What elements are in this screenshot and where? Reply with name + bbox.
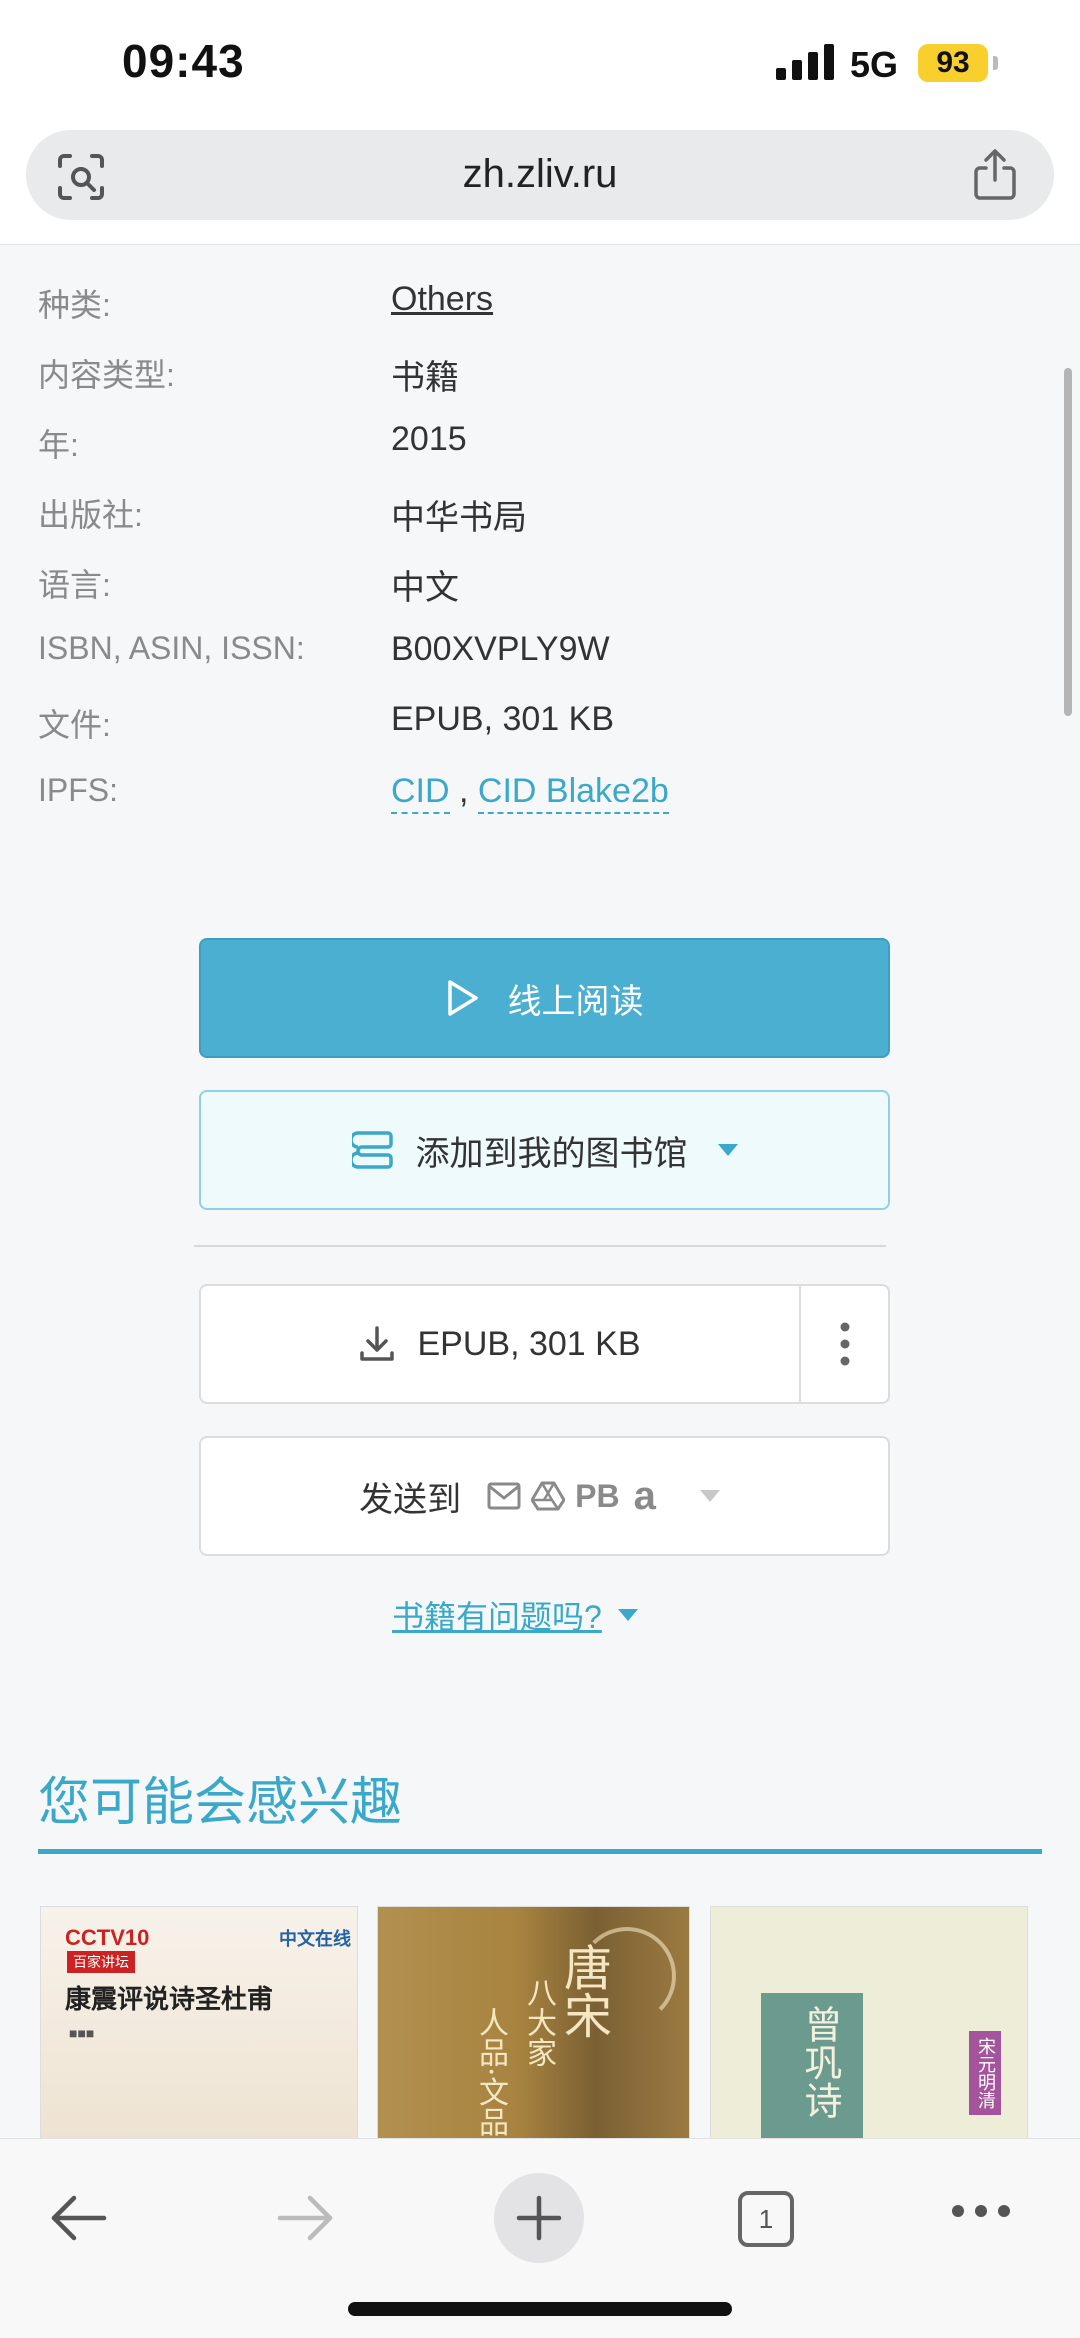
- detail-value: EPUB, 301 KB: [391, 700, 615, 738]
- detail-label: 内容类型:: [38, 357, 175, 393]
- detail-row-ipfs: IPFS: CID , CID Blake2b: [0, 772, 1080, 832]
- detail-label: 语言:: [38, 567, 111, 603]
- ipfs-separator: ,: [449, 772, 478, 810]
- url-text[interactable]: zh.zliv.ru: [26, 152, 1054, 197]
- detail-label: 出版社:: [38, 497, 143, 533]
- divider: [194, 1245, 886, 1247]
- detail-label: 文件:: [38, 707, 111, 743]
- detail-value: 中文: [391, 569, 459, 607]
- detail-label: ISBN, ASIN, ISSN:: [38, 630, 305, 666]
- detail-value: 书籍: [391, 359, 459, 397]
- detail-label: IPFS:: [38, 772, 119, 808]
- tabs-button[interactable]: 1: [738, 2191, 794, 2247]
- status-bar: 09:43 5G 93: [0, 0, 1080, 120]
- cover-title: 康震评说诗圣杜甫: [65, 1985, 274, 2015]
- new-tab-button[interactable]: [494, 2173, 584, 2263]
- email-icon: [487, 1482, 521, 1510]
- cid-blake2b-link[interactable]: CID Blake2b: [477, 772, 669, 814]
- library-icon: [351, 1131, 393, 1169]
- cover-subtitle: 八大家: [521, 1977, 556, 2067]
- cover-tag: 宋元明清: [969, 2031, 1001, 2115]
- tab-count: 1: [758, 2203, 774, 2234]
- detail-row-content-type: 内容类型: 书籍: [0, 350, 1080, 410]
- detail-row-file: 文件: EPUB, 301 KB: [0, 700, 1080, 760]
- ipfs-links: CID , CID Blake2b: [391, 772, 669, 814]
- share-icon[interactable]: [972, 148, 1018, 202]
- book-cover[interactable]: CCTV10 百家讲坛 中文在线 康震评说诗圣杜甫 ■■■: [40, 1906, 358, 2140]
- detail-value: 中华书局: [391, 499, 527, 537]
- download-epub-button[interactable]: EPUB, 301 KB: [201, 1286, 799, 1402]
- send-to-button[interactable]: 发送到 PB a: [199, 1436, 890, 1556]
- network-type: 5G: [850, 44, 899, 85]
- report-problem-link[interactable]: 书籍有问题吗?: [392, 1592, 638, 1638]
- cid-link[interactable]: CID: [391, 772, 450, 814]
- back-arrow-icon[interactable]: [48, 2193, 108, 2243]
- more-vertical-icon: [840, 1322, 849, 1366]
- cover-author-mark: ■■■: [69, 2025, 95, 2041]
- detail-row-publisher: 出版社: 中华书局: [0, 490, 1080, 550]
- read-online-button[interactable]: 线上阅读: [199, 938, 890, 1058]
- detail-value: 2015: [391, 420, 467, 458]
- caret-down-icon: [617, 1609, 638, 1621]
- read-online-label: 线上阅读: [507, 982, 644, 1021]
- recommendations-underline: [38, 1849, 1042, 1854]
- cover-brand-sub: 百家讲坛: [67, 1951, 135, 1973]
- caret-down-icon[interactable]: [717, 1144, 738, 1156]
- caret-down-icon: [699, 1490, 720, 1502]
- recommendations-title: 您可能会感兴趣: [38, 1774, 403, 1832]
- detail-row-isbn: ISBN, ASIN, ISSN: B00XVPLY9W: [0, 630, 1080, 690]
- report-problem-label: 书籍有问题吗?: [392, 1599, 602, 1635]
- book-cover[interactable]: 曾巩诗 宋元明清: [710, 1906, 1028, 2140]
- google-drive-icon: [531, 1481, 566, 1511]
- address-bar[interactable]: zh.zliv.ru: [26, 130, 1054, 220]
- battery-tip: [993, 56, 998, 70]
- detail-value: B00XVPLY9W: [391, 630, 610, 668]
- category-link[interactable]: Others: [391, 280, 493, 319]
- amazon-kindle-icon: a: [633, 1473, 656, 1518]
- pocketbook-icon: PB: [575, 1477, 620, 1514]
- download-icon: [360, 1326, 395, 1361]
- download-label: EPUB, 301 KB: [417, 1324, 641, 1363]
- forward-arrow-icon[interactable]: [276, 2193, 336, 2243]
- add-to-library-label: 添加到我的图书馆: [415, 1134, 688, 1173]
- play-icon: [447, 980, 478, 1016]
- signal-icon: [776, 44, 834, 80]
- cover-brand: CCTV10: [65, 1925, 150, 1950]
- add-to-library-button[interactable]: 添加到我的图书馆: [199, 1090, 890, 1210]
- download-button-group: EPUB, 301 KB: [199, 1284, 890, 1404]
- send-to-label: 发送到: [359, 1480, 462, 1519]
- send-targets: PB a: [487, 1474, 730, 1519]
- cover-title: 曾巩诗: [798, 2005, 842, 2119]
- detail-row-language: 语言: 中文: [0, 560, 1080, 620]
- home-indicator[interactable]: [348, 2302, 732, 2316]
- cover-publisher: 中文在线: [279, 1929, 351, 1949]
- address-area: zh.zliv.ru: [0, 120, 1080, 245]
- plus-icon: [516, 2195, 562, 2241]
- status-time: 09:43: [122, 35, 245, 87]
- detail-row-category: 种类: Others: [0, 280, 1080, 340]
- detail-label: 年:: [38, 427, 79, 463]
- battery-level: 93: [918, 44, 988, 82]
- detail-label: 种类:: [38, 287, 111, 323]
- more-horizontal-icon[interactable]: [950, 2203, 1012, 2219]
- book-cover[interactable]: 唐宋 八大家 人品·文品: [377, 1906, 690, 2140]
- detail-row-year: 年: 2015: [0, 420, 1080, 480]
- cover-subtitle-2: 人品·文品: [473, 2007, 508, 2137]
- scrollbar[interactable]: [1064, 368, 1072, 716]
- more-formats-button[interactable]: [801, 1286, 888, 1402]
